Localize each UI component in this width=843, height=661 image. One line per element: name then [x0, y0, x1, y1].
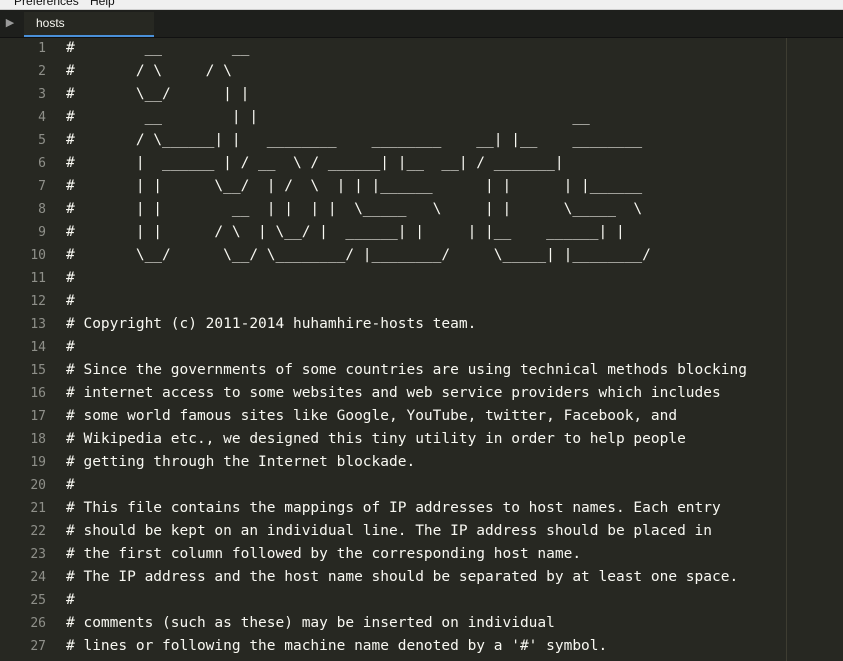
line-number: 27 [30, 639, 46, 654]
line-number: 10 [30, 248, 46, 263]
code-line[interactable]: # / \ / \ [66, 60, 232, 83]
code-line[interactable]: # __ __ [66, 38, 249, 60]
line-number: 14 [30, 340, 46, 355]
tab-label: hosts [36, 16, 65, 30]
line-number: 26 [30, 616, 46, 631]
code-line[interactable]: # [66, 290, 75, 313]
line-number: 22 [30, 524, 46, 539]
line-number: 9 [38, 225, 46, 240]
code-line[interactable]: # internet access to some websites and w… [66, 382, 721, 405]
line-number: 16 [30, 386, 46, 401]
line-number: 5 [38, 133, 46, 148]
code-line[interactable]: # some world famous sites like Google, Y… [66, 405, 677, 428]
line-number: 19 [30, 455, 46, 470]
code-line[interactable]: # | | __ | | | | \_____ \ | | \_____ \ [66, 198, 642, 221]
menu-bar: Preferences Help [0, 0, 843, 10]
code-line[interactable]: # the first column followed by the corre… [66, 543, 581, 566]
menu-preferences[interactable]: Preferences [14, 0, 79, 8]
code-line[interactable]: # Since the governments of some countrie… [66, 359, 747, 382]
line-number: 7 [38, 179, 46, 194]
line-number: 2 [38, 64, 46, 79]
play-triangle-icon[interactable]: ▶ [3, 15, 17, 31]
line-number: 24 [30, 570, 46, 585]
line-number: 8 [38, 202, 46, 217]
line-number: 18 [30, 432, 46, 447]
code-line[interactable]: # [66, 589, 75, 612]
line-number: 21 [30, 501, 46, 516]
code-line[interactable]: # lines or following the machine name de… [66, 635, 607, 658]
line-number: 3 [38, 87, 46, 102]
code-line[interactable]: # \__/ \__/ \________/ |________/ \_____… [66, 244, 651, 267]
code-line[interactable]: # [66, 336, 75, 359]
line-number: 13 [30, 317, 46, 332]
line-number: 25 [30, 593, 46, 608]
line-number: 23 [30, 547, 46, 562]
code-editor[interactable]: 1 2 3 4 5 6 7 8 9 10 11 12 13 14 15 16 17 18 19 20 21 22 23 24 2… [0, 38, 843, 661]
code-line[interactable]: # | | / \ | \__/ | ______| | | |__ _____… [66, 221, 625, 244]
code-line[interactable]: # __ | | __ [66, 106, 590, 129]
code-line[interactable]: # comments (such as these) may be insert… [66, 612, 555, 635]
code-line[interactable]: # / \______| | ________ ________ __| |__… [66, 129, 642, 152]
code-line[interactable]: # [66, 474, 75, 497]
tab-hosts[interactable]: hosts [24, 12, 154, 37]
line-number: 4 [38, 110, 46, 125]
line-number: 15 [30, 363, 46, 378]
line-number-gutter: 1 2 3 4 5 6 7 8 9 10 11 12 13 14 15 16 17 18 19 20 21 22 23 24 2… [0, 38, 60, 661]
code-line[interactable]: # should be kept on an individual line. … [66, 520, 712, 543]
vertical-scrollbar[interactable] [833, 38, 843, 661]
line-number: 17 [30, 409, 46, 424]
line-number: 1 [38, 41, 46, 56]
tab-bar: ▶ hosts [0, 10, 843, 38]
column-ruler [786, 38, 787, 661]
code-line[interactable]: # Copyright (c) 2011-2014 huhamhire-host… [66, 313, 476, 336]
code-line[interactable]: # Wikipedia etc., we designed this tiny … [66, 428, 686, 451]
menu-help[interactable]: Help [90, 0, 115, 8]
line-number: 6 [38, 156, 46, 171]
line-number: 20 [30, 478, 46, 493]
code-line[interactable]: # | | \__/ | / \ | | |______ | | | |____… [66, 175, 642, 198]
line-number: 11 [30, 271, 46, 286]
code-line[interactable]: # getting through the Internet blockade. [66, 451, 415, 474]
code-line[interactable]: # The IP address and the host name shoul… [66, 566, 738, 589]
code-line[interactable]: # | ______ | / __ \ / ______| |__ __| / … [66, 152, 564, 175]
code-line[interactable]: # [66, 267, 75, 290]
code-line[interactable]: # \__/ | | [66, 83, 249, 106]
line-number: 12 [30, 294, 46, 309]
code-line[interactable]: # This file contains the mappings of IP … [66, 497, 721, 520]
